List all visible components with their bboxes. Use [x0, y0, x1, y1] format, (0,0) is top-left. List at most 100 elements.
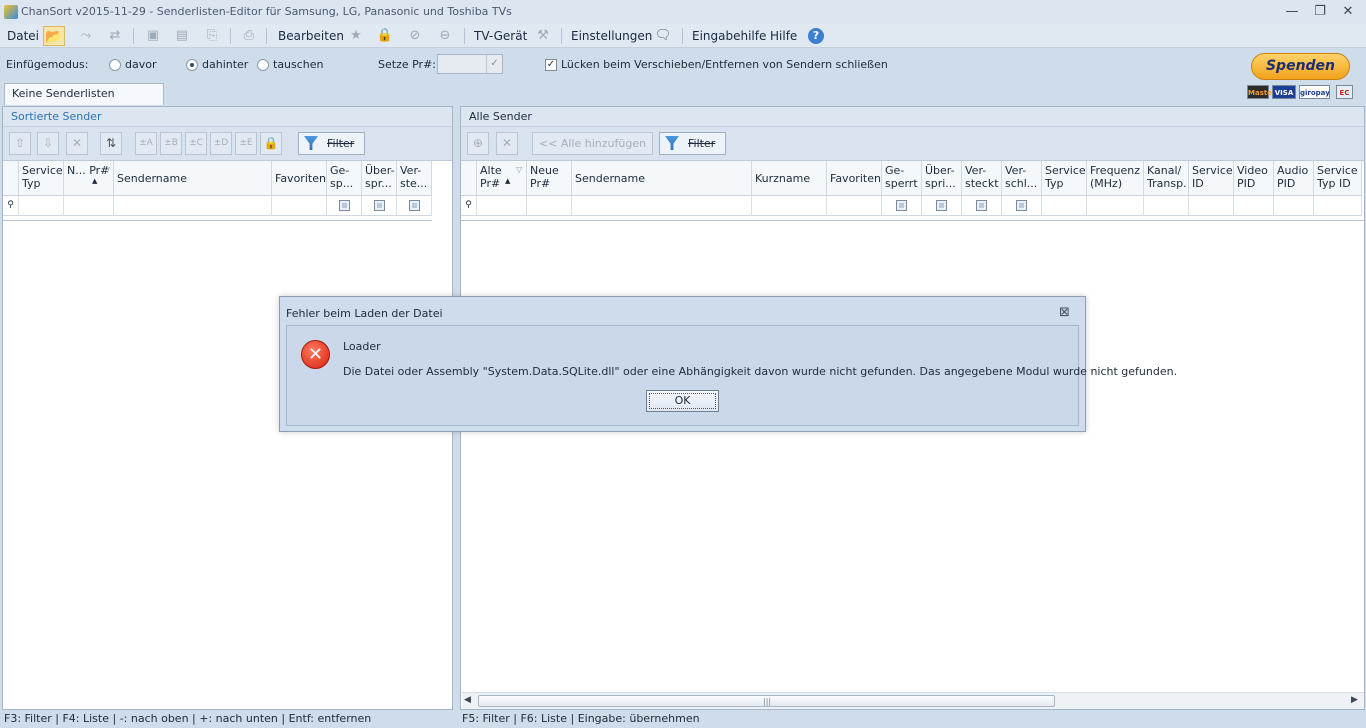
scroll-right-icon[interactable]: ▶: [1351, 695, 1358, 705]
print-icon[interactable]: ⎙: [238, 26, 260, 46]
help-icon[interactable]: ?: [808, 28, 824, 44]
column-header[interactable]: Alte Pr# ▲ ▽: [477, 161, 527, 196]
sort-icon[interactable]: ⇅: [100, 132, 122, 155]
column-header[interactable]: Audio PID: [1274, 161, 1314, 196]
scroll-thumb[interactable]: |||: [478, 695, 1055, 707]
toggle-d-button[interactable]: ±D: [210, 132, 232, 155]
column-header[interactable]: Service ID: [1189, 161, 1234, 196]
toggle-b-button[interactable]: ±B: [160, 132, 182, 155]
filter-cell[interactable]: [1314, 196, 1362, 216]
close-gaps-checkbox[interactable]: ✓: [545, 59, 557, 71]
radio-dahinter[interactable]: [186, 59, 198, 71]
hide-icon[interactable]: ⊖: [434, 26, 456, 46]
column-header[interactable]: Video PID: [1234, 161, 1274, 196]
horizontal-scrollbar[interactable]: ◀ ||| ▶: [462, 692, 1364, 709]
toggle-e-button[interactable]: ±E: [235, 132, 257, 155]
remove-icon[interactable]: ✕: [66, 132, 88, 155]
filter-cell[interactable]: [1042, 196, 1087, 216]
comment-icon[interactable]: 🗨: [652, 26, 674, 46]
column-header[interactable]: Frequenz (MHz): [1087, 161, 1144, 196]
filter-cell[interactable]: [397, 196, 432, 216]
move-down-icon[interactable]: ⇩: [37, 132, 59, 155]
filter-cell[interactable]: [64, 196, 114, 216]
filter-funnel-icon[interactable]: ▽: [516, 163, 522, 176]
filter-funnel-icon[interactable]: ▽: [104, 163, 110, 176]
filter-checkbox[interactable]: [936, 200, 947, 211]
column-header[interactable]: Kanal/ Transp.: [1144, 161, 1189, 196]
menu-datei[interactable]: Datei: [4, 24, 42, 48]
export-icon[interactable]: ⎘: [201, 26, 223, 46]
lock-icon[interactable]: 🔒: [374, 26, 396, 46]
tools-icon[interactable]: ⚒: [532, 26, 554, 46]
menu-tv-geraet[interactable]: TV-Gerät: [471, 24, 530, 48]
filter-cell[interactable]: [922, 196, 962, 216]
filter-cell[interactable]: [477, 196, 527, 216]
radio-davor-label[interactable]: davor: [125, 58, 157, 71]
dropdown-chevron-icon[interactable]: ✓: [486, 55, 502, 73]
favorite-star-icon[interactable]: ★: [345, 26, 367, 46]
filter-cell[interactable]: [19, 196, 64, 216]
column-header[interactable]: Ver-ste...: [397, 161, 432, 196]
column-header[interactable]: Ge-sperrt: [882, 161, 922, 196]
radio-davor[interactable]: [109, 59, 121, 71]
column-header[interactable]: Service Typ: [19, 161, 64, 196]
column-header[interactable]: Favoriten: [272, 161, 327, 196]
column-header[interactable]: Über-spri...: [922, 161, 962, 196]
column-header[interactable]: Ver-steckt: [962, 161, 1002, 196]
left-filter-button[interactable]: Filter: [298, 132, 365, 155]
close-gaps-label[interactable]: Lücken beim Verschieben/Entfernen von Se…: [561, 58, 888, 71]
move-up-icon[interactable]: ⇧: [9, 132, 31, 155]
refresh-icon[interactable]: ⇄: [104, 26, 126, 46]
save-as-icon[interactable]: ▤: [171, 26, 193, 46]
radio-tauschen[interactable]: [257, 59, 269, 71]
filter-cell[interactable]: [114, 196, 272, 216]
donate-button[interactable]: Spenden: [1251, 53, 1350, 80]
add-all-button[interactable]: << Alle hinzufügen: [532, 132, 653, 155]
column-header[interactable]: Sendername: [572, 161, 752, 196]
column-header[interactable]: Ver-schl...: [1002, 161, 1042, 196]
column-header[interactable]: N... Pr# ▲ ▽: [64, 161, 114, 196]
add-icon[interactable]: ⊕: [467, 132, 489, 155]
save-icon[interactable]: ▣: [142, 26, 164, 46]
filter-checkbox[interactable]: [896, 200, 907, 211]
scroll-left-icon[interactable]: ◀: [464, 695, 471, 705]
close-button[interactable]: ✕: [1336, 2, 1360, 22]
filter-cell[interactable]: [962, 196, 1002, 216]
column-header[interactable]: Service Typ ID: [1314, 161, 1362, 196]
filter-cell[interactable]: [327, 196, 362, 216]
filter-cell[interactable]: [1087, 196, 1144, 216]
filter-cell[interactable]: [882, 196, 922, 216]
reload-icon[interactable]: ⤳: [75, 26, 97, 46]
ok-button[interactable]: OK: [646, 390, 719, 412]
filter-cell[interactable]: [272, 196, 327, 216]
menu-eingabehilfe[interactable]: Eingabehilfe: [689, 24, 769, 48]
skip-icon[interactable]: ⊘: [404, 26, 426, 46]
filter-cell[interactable]: [827, 196, 882, 216]
setze-pr-combo[interactable]: ✓: [437, 54, 503, 74]
column-header[interactable]: Favoriten: [827, 161, 882, 196]
filter-cell[interactable]: [1234, 196, 1274, 216]
lock-icon[interactable]: 🔒: [260, 132, 282, 155]
filter-cell[interactable]: [1189, 196, 1234, 216]
column-header[interactable]: Service Typ: [1042, 161, 1087, 196]
toggle-c-button[interactable]: ±C: [185, 132, 207, 155]
filter-checkbox[interactable]: [409, 200, 420, 211]
filter-checkbox[interactable]: [374, 200, 385, 211]
column-header[interactable]: Kurzname: [752, 161, 827, 196]
column-header[interactable]: Sendername: [114, 161, 272, 196]
filter-cell[interactable]: [1274, 196, 1314, 216]
filter-checkbox[interactable]: [1016, 200, 1027, 211]
dialog-close-icon[interactable]: ⊠: [1059, 305, 1070, 320]
filter-cell[interactable]: [1002, 196, 1042, 216]
minimize-button[interactable]: —: [1280, 2, 1304, 22]
column-header[interactable]: Ge-sp...: [327, 161, 362, 196]
filter-cell[interactable]: [1144, 196, 1189, 216]
restore-button[interactable]: ❐: [1308, 2, 1332, 22]
tab-senderlisten[interactable]: Keine Senderlisten vorhanden: [4, 83, 164, 120]
toggle-a-button[interactable]: ±A: [135, 132, 157, 155]
filter-cell[interactable]: [362, 196, 397, 216]
radio-tauschen-label[interactable]: tauschen: [273, 58, 324, 71]
menu-hilfe[interactable]: Hilfe: [767, 24, 800, 48]
radio-dahinter-label[interactable]: dahinter: [202, 58, 248, 71]
remove-icon[interactable]: ✕: [496, 132, 518, 155]
